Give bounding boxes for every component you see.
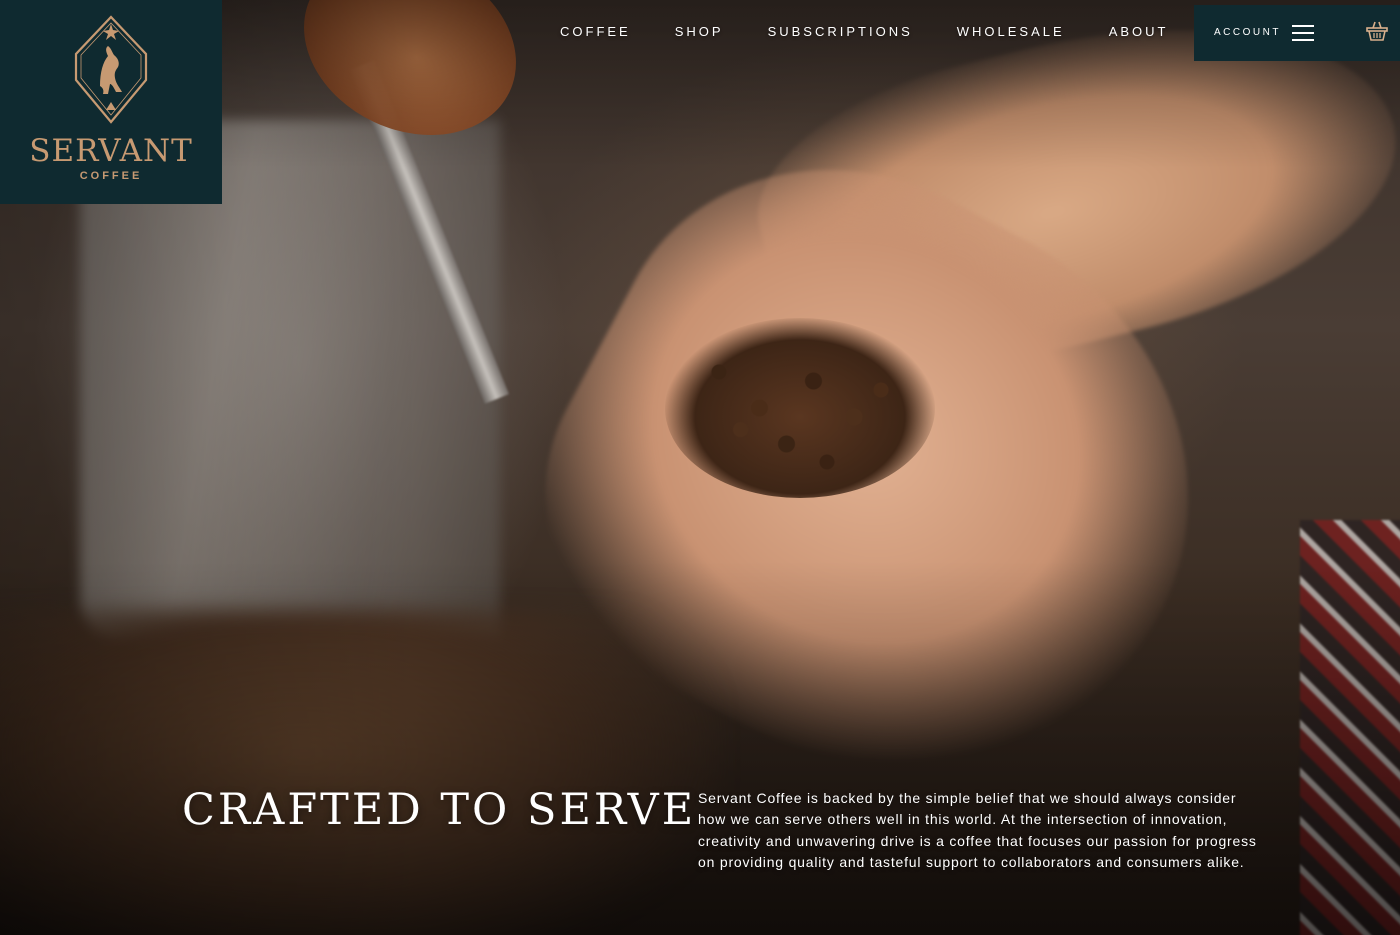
main-nav: COFFEE SHOP SUBSCRIPTIONS WHOLESALE ABOU… xyxy=(560,24,1212,44)
brand-name: SERVANT xyxy=(29,133,193,169)
nav-item-coffee[interactable]: COFFEE xyxy=(560,24,631,44)
brand-subtitle: COFFEE xyxy=(79,170,143,182)
nav-item-about[interactable]: ABOUT xyxy=(1109,24,1169,44)
shopping-basket-icon[interactable] xyxy=(1366,20,1388,42)
account-bar: ACCOUNT xyxy=(1194,5,1400,61)
nav-item-wholesale[interactable]: WHOLESALE xyxy=(957,24,1065,44)
nav-item-shop[interactable]: SHOP xyxy=(675,24,724,44)
account-link[interactable]: ACCOUNT xyxy=(1214,27,1281,38)
brand-logo[interactable]: SERVANT COFFEE xyxy=(0,0,222,204)
hero-headline: CRAFTED TO SERVE xyxy=(182,785,697,835)
goat-emblem-icon xyxy=(74,15,148,124)
nav-item-subscriptions[interactable]: SUBSCRIPTIONS xyxy=(768,24,913,44)
hero-description: Servant Coffee is backed by the simple b… xyxy=(698,790,1257,870)
hamburger-menu-icon[interactable] xyxy=(1292,23,1314,43)
